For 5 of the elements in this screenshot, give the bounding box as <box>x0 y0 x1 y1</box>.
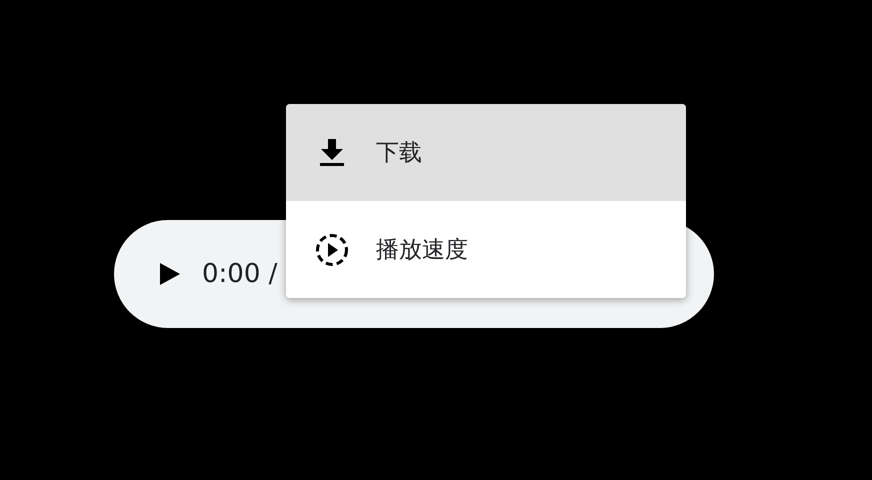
menu-item[interactable]: 播放速度 <box>286 201 686 298</box>
time-display: 0:00 / <box>202 259 278 289</box>
play-icon[interactable] <box>160 263 180 285</box>
playback-speed-icon <box>315 232 349 266</box>
menu-item[interactable]: 下载 <box>286 104 686 201</box>
